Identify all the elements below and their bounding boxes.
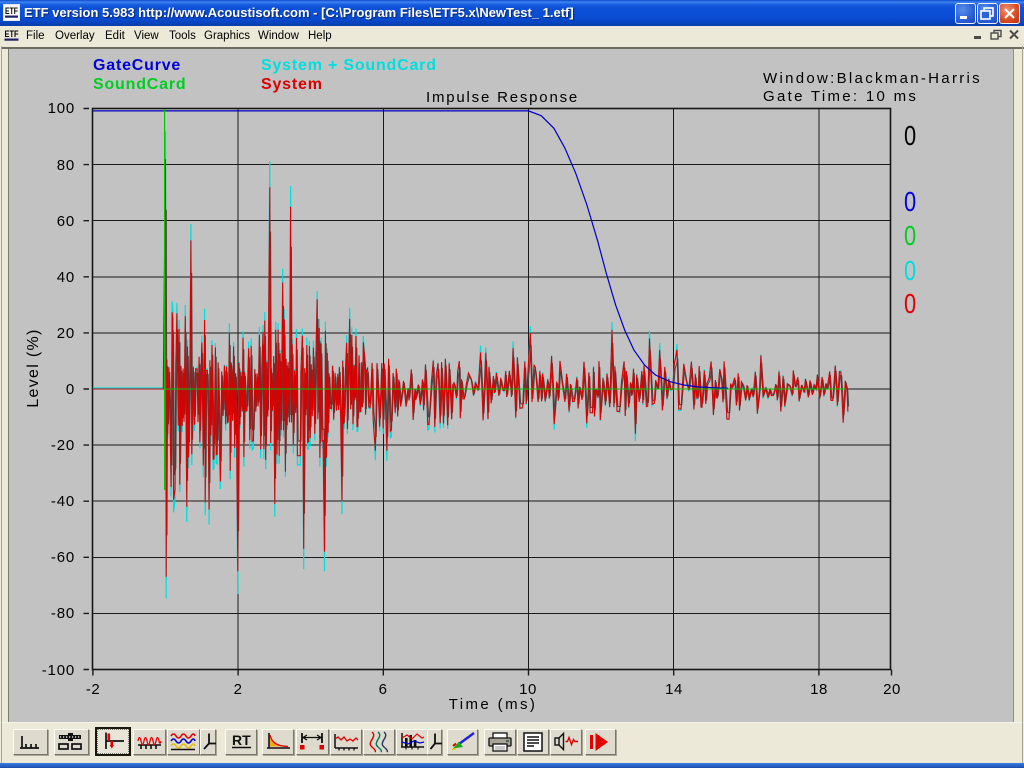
svg-text:RT: RT bbox=[232, 732, 251, 748]
